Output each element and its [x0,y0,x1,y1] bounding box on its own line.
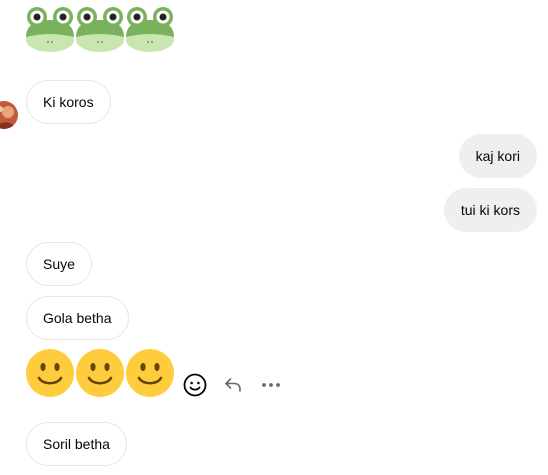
react-button[interactable] [182,371,208,399]
frog-emoji-icon [76,7,124,52]
smiley-emoji-message[interactable] [26,349,174,397]
slightly-smiling-face-emoji-icon [76,349,124,397]
message-text: tui ki kors [460,202,520,218]
sender-avatar[interactable] [0,101,18,129]
message-bubble-incoming[interactable]: Suye [26,242,92,286]
message-bubble-incoming[interactable]: Soril betha [26,422,127,466]
message-bubble-outgoing[interactable]: kaj kori [458,134,537,178]
message-bubble-incoming[interactable]: Ki koros [26,80,111,124]
message-actions [182,371,284,399]
message-text: Ki koros [43,94,94,110]
avatar-photo-icon [0,101,18,129]
message-text: Gola betha [43,310,112,326]
frog-emoji-message[interactable] [26,6,174,54]
slightly-smiling-face-emoji-icon [126,349,174,397]
message-text: Soril betha [43,436,110,452]
react-icon [183,373,207,397]
reply-icon [225,378,241,392]
chat-thread: Ki koros kaj kori tui ki kors Suye Gola … [0,0,548,475]
message-bubble-outgoing[interactable]: tui ki kors [443,188,537,232]
message-bubble-incoming[interactable]: Gola betha [26,296,129,340]
message-text: Suye [43,256,75,272]
message-text: kaj kori [475,148,520,164]
frog-emoji-icon [126,7,174,52]
reply-button[interactable] [220,371,246,399]
more-options-button[interactable] [258,371,284,399]
more-options-icon [262,383,280,387]
slightly-smiling-face-emoji-icon [26,349,74,397]
frog-emoji-icon [26,7,74,52]
